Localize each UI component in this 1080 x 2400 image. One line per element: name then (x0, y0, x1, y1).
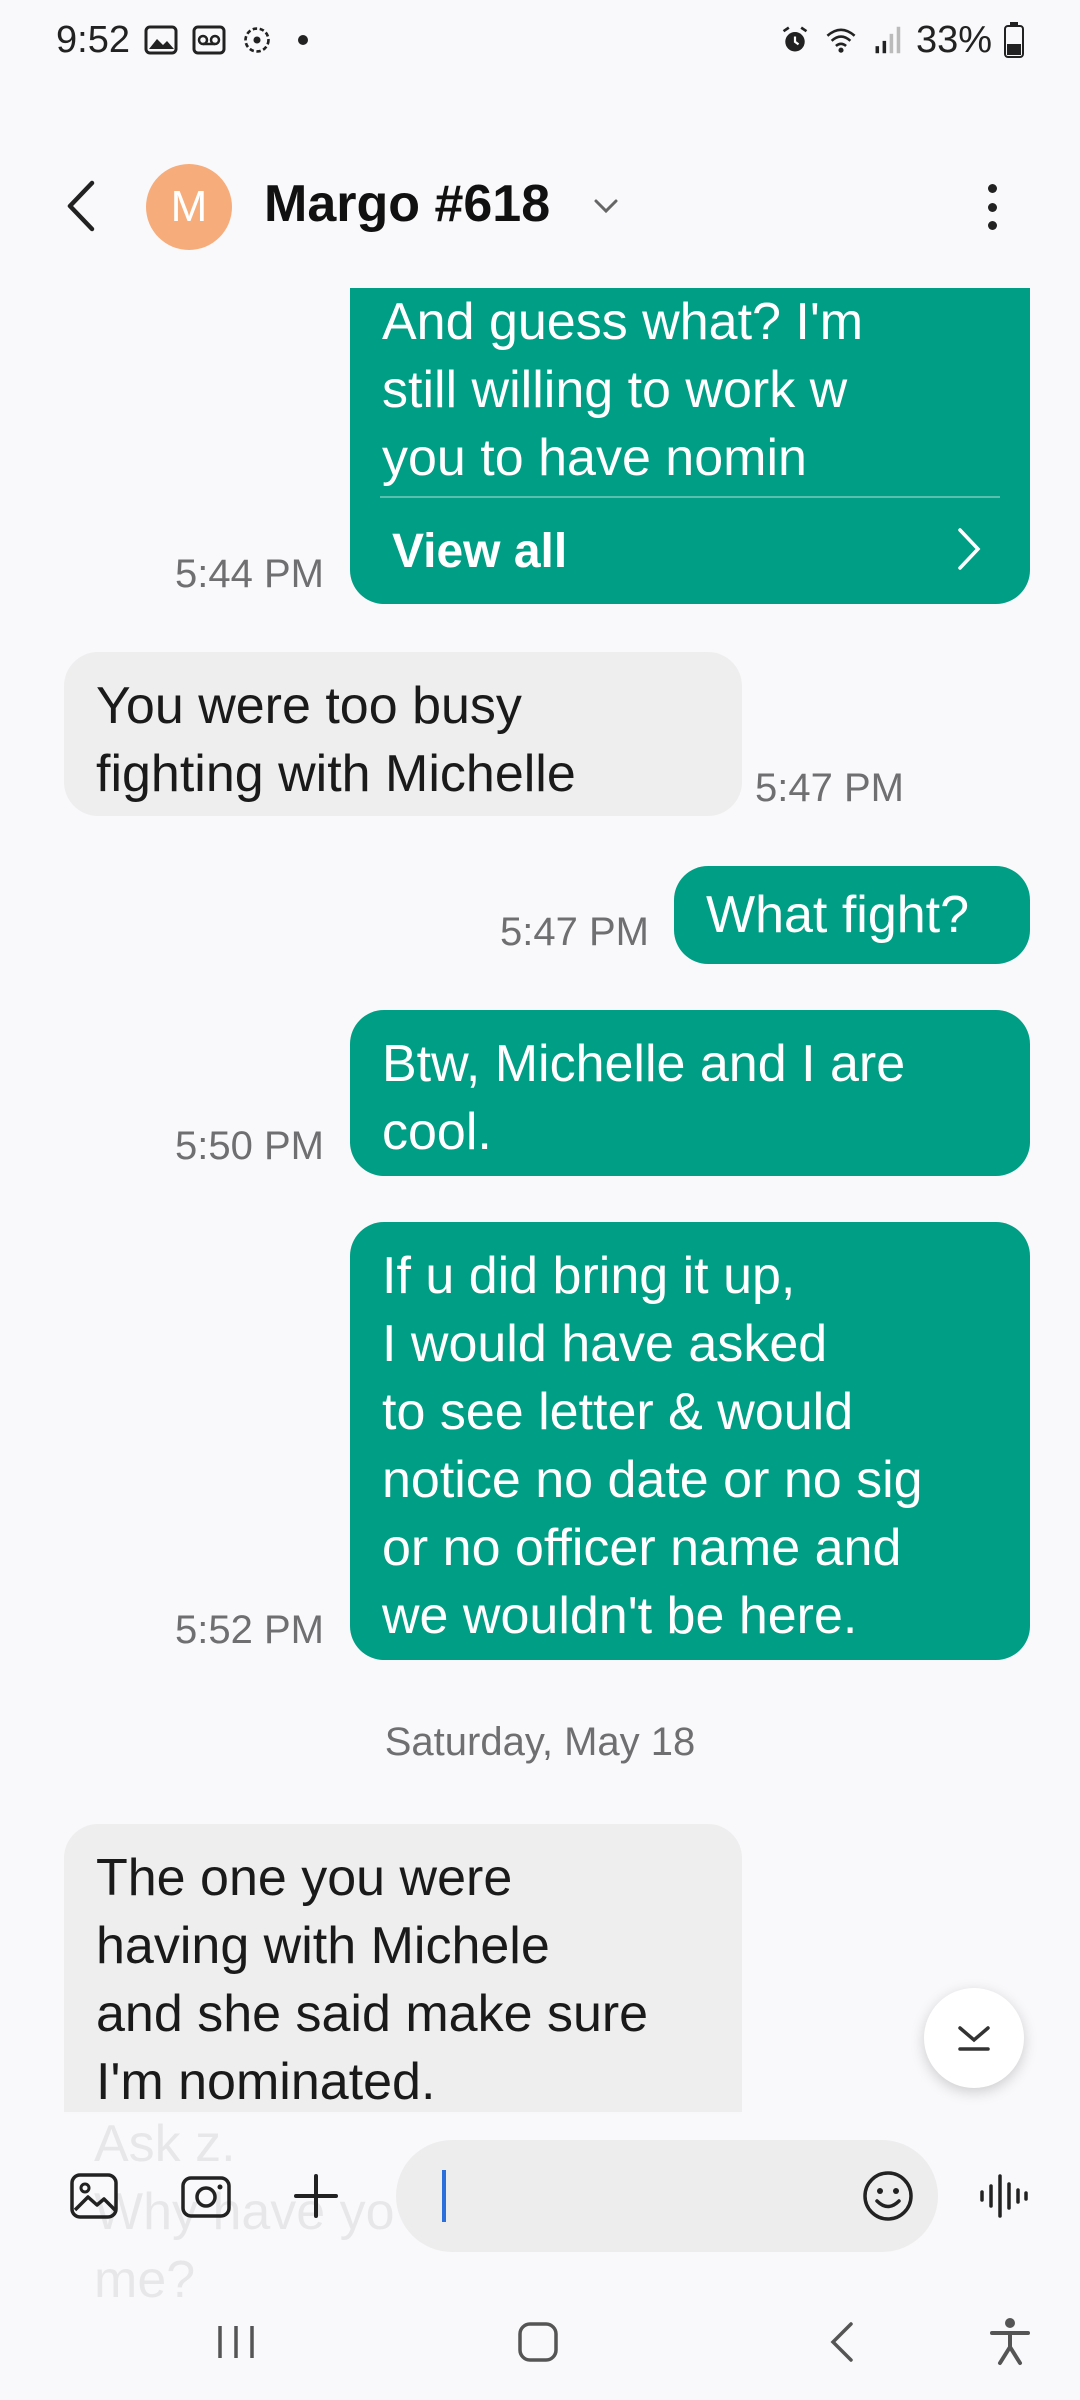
outgoing-message-bubble[interactable]: Btw, Michelle and I are cool. (350, 1010, 1030, 1176)
message-line: fighting with Michelle (96, 745, 576, 803)
incoming-message-bubble[interactable]: You were too busy fighting with Michelle (64, 652, 742, 816)
plus-icon (294, 2174, 338, 2218)
outgoing-message-bubble[interactable]: What fight? (674, 866, 1030, 964)
camera-button[interactable] (178, 2168, 234, 2224)
more-dot-icon (987, 221, 997, 230)
more-dot-icon (987, 202, 997, 212)
text-cursor (442, 2170, 446, 2222)
more-options-button[interactable] (972, 180, 1012, 234)
add-attachment-button[interactable] (288, 2168, 344, 2224)
nav-back-button[interactable] (812, 2312, 872, 2372)
date-separator: Saturday, May 18 (384, 1720, 696, 1764)
message-line: we wouldn't be here. (382, 1587, 858, 1645)
gallery-icon (144, 25, 178, 55)
message-timestamp: 5:47 PM (755, 766, 904, 810)
message-line: Ask z. (94, 2115, 236, 2173)
chevron-right-icon[interactable] (954, 526, 984, 572)
message-line: and she said make sure (96, 1985, 649, 2043)
battery-icon (1004, 22, 1024, 58)
view-all-link[interactable]: View all (392, 518, 567, 586)
message-line: Btw, Michelle and I are (382, 1035, 906, 1093)
alarm-icon (782, 26, 808, 52)
recents-icon (218, 2326, 254, 2358)
incoming-message-bubble[interactable]: The one you were having with Michele and… (64, 1824, 742, 2114)
home-icon (518, 2322, 558, 2362)
message-line: you to have nomin (382, 429, 807, 487)
outgoing-message-bubble[interactable]: And guess what? I'm still willing to wor… (350, 288, 1030, 604)
accessibility-icon (990, 2318, 1030, 2365)
message-line: notice no date or no sig (382, 1451, 923, 1509)
sync-icon (244, 27, 270, 53)
scroll-to-bottom-button[interactable] (924, 1988, 1024, 2088)
home-button[interactable] (508, 2312, 568, 2372)
conversation-header: M Margo #618 (0, 150, 1080, 260)
divider (380, 496, 1000, 498)
gallery-icon (70, 2173, 118, 2219)
message-input[interactable] (452, 2162, 832, 2230)
chevron-down-icon[interactable] (590, 190, 622, 222)
status-time: 9:52 (56, 18, 130, 61)
message-timestamp: 5:44 PM (175, 552, 324, 596)
more-dot-icon (987, 184, 997, 193)
message-timestamp: 5:47 PM (500, 910, 649, 954)
message-line: or no officer name and (382, 1519, 902, 1577)
signal-icon (875, 26, 901, 54)
system-navigation-bar (0, 2282, 1080, 2400)
outgoing-message-bubble[interactable]: If u did bring it up, I would have asked… (350, 1222, 1030, 1660)
voice-waveform-icon (980, 2174, 1028, 2218)
contact-name[interactable]: Margo #618 (264, 174, 550, 234)
accessibility-button[interactable] (980, 2312, 1040, 2372)
wifi-icon (826, 28, 856, 53)
voicemail-icon (192, 25, 226, 55)
message-line: You were too busy (96, 677, 522, 735)
message-line: Why have yo (94, 2183, 395, 2241)
message-line: still willing to work w (382, 361, 848, 419)
recents-button[interactable] (206, 2312, 266, 2372)
message-timestamp: 5:52 PM (175, 1608, 324, 1652)
status-bar: 9:52 33% (0, 0, 1080, 80)
message-line: The one you were (96, 1849, 513, 1907)
message-timestamp: 5:50 PM (175, 1124, 324, 1168)
message-line: having with Michele (96, 1917, 550, 1975)
message-line: I would have asked (382, 1315, 828, 1373)
message-line: And guess what? I'm (382, 293, 864, 351)
message-line: If u did bring it up, (382, 1247, 796, 1305)
avatar[interactable]: M (146, 164, 232, 250)
back-button[interactable] (56, 178, 106, 234)
message-line: I'm nominated. (96, 2053, 436, 2111)
battery-percent: 33% (915, 18, 992, 61)
voice-input-button[interactable] (976, 2168, 1032, 2224)
dot-icon (297, 35, 308, 45)
emoji-icon[interactable] (860, 2168, 916, 2224)
message-input-container[interactable] (396, 2140, 938, 2252)
back-icon (830, 2322, 853, 2362)
back-arrow-icon (67, 180, 95, 232)
message-line: to see letter & would (382, 1383, 854, 1441)
camera-icon (181, 2176, 231, 2218)
chevron-down-icon (958, 2026, 990, 2051)
gallery-button[interactable] (66, 2168, 122, 2224)
avatar-letter: M (170, 182, 208, 231)
message-line: cool. (382, 1103, 492, 1161)
message-line: What fight? (706, 886, 970, 944)
